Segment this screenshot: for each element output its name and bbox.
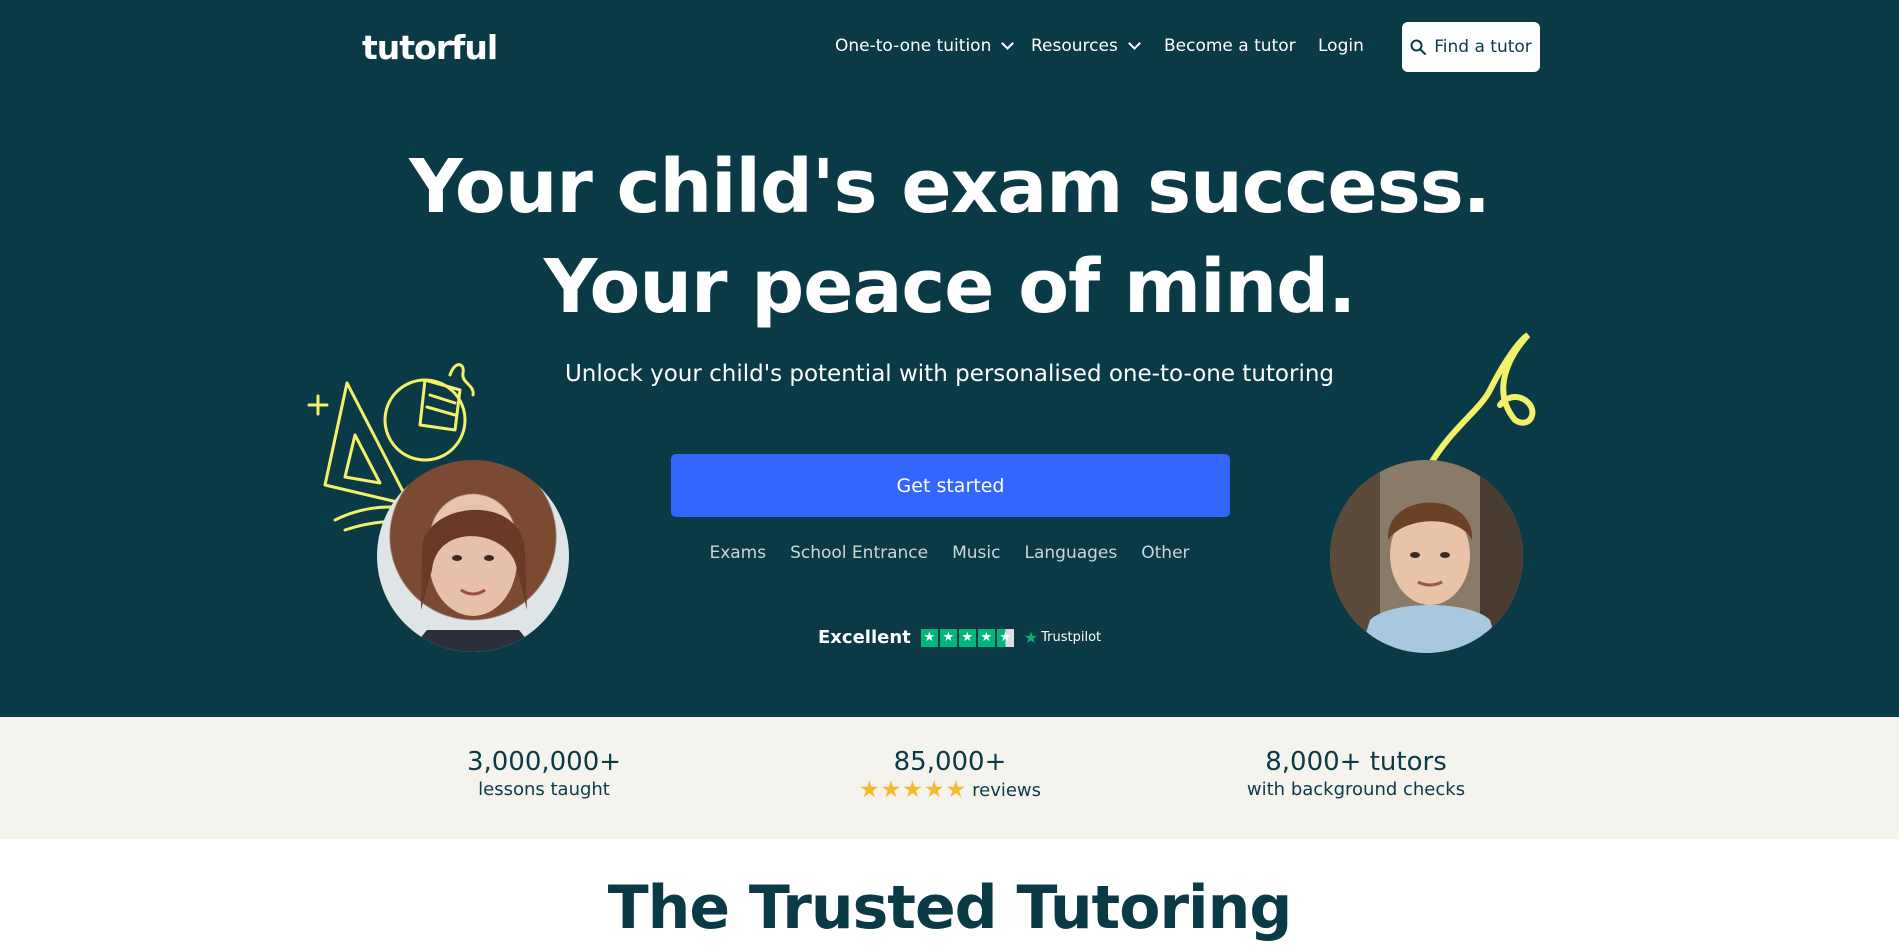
chevron-down-icon — [1127, 37, 1141, 50]
nav-one-to-one-tuition[interactable]: One-to-one tuition — [835, 36, 1015, 56]
half-star-icon: ★ — [996, 628, 1014, 647]
category-link-school-entrance[interactable]: School Entrance — [790, 543, 928, 563]
headline-line-1: Your child's exam success. — [409, 144, 1491, 230]
stats-bar: 3,000,000+ lessons taught 85,000+ ★ ★ ★ … — [0, 717, 1899, 839]
review-stars: ★ ★ ★ ★ ★ — [859, 779, 966, 802]
trustpilot-stars: ★ ★ ★ ★ ★ — [920, 628, 1014, 647]
nav-resources[interactable]: Resources — [1031, 36, 1141, 56]
search-icon — [1410, 39, 1427, 55]
subheadline: Unlock your child's potential with perso… — [564, 361, 1335, 387]
chevron-down-icon — [1001, 37, 1015, 50]
stat-tutors: 8,000+ tutors with background checks — [1196, 747, 1516, 800]
star-icon: ★ — [923, 777, 945, 803]
stat-label: with background checks — [1246, 779, 1466, 800]
category-link-exams[interactable]: Exams — [709, 543, 766, 563]
hero-section: tutorful One-to-one tuition Resources Be… — [0, 0, 1899, 717]
stat-lessons: 3,000,000+ lessons taught — [384, 747, 704, 800]
star-icon: ★ — [945, 777, 967, 803]
stat-label: lessons taught — [478, 779, 610, 800]
nav-login[interactable]: Login — [1318, 36, 1364, 56]
nav-become-a-tutor[interactable]: Become a tutor — [1164, 36, 1296, 56]
star-icon: ★ — [939, 628, 957, 647]
headline-line-2: Your peace of mind. — [543, 244, 1357, 330]
nav-item-label: Login — [1318, 36, 1364, 56]
curly-line-doodle-illustration — [1427, 332, 1536, 468]
nav-item-label: One-to-one tuition — [835, 36, 992, 56]
stat-value: 3,000,000+ — [466, 747, 622, 777]
find-a-tutor-button[interactable]: Find a tutor — [1402, 22, 1540, 72]
category-links: Exams School Entrance Music Languages Ot… — [0, 543, 1899, 563]
nav-item-label: Become a tutor — [1164, 36, 1296, 56]
trustpilot-widget[interactable]: Excellent ★ ★ ★ ★ ★ ★ Trustpilot — [818, 627, 1101, 648]
stat-value: 8,000+ tutors — [1265, 747, 1447, 777]
find-a-tutor-label: Find a tutor — [1434, 37, 1532, 57]
star-icon: ★ — [977, 628, 995, 647]
category-link-music[interactable]: Music — [952, 543, 1000, 563]
trustpilot-brand-text: Trustpilot — [1041, 630, 1102, 645]
trustpilot-star-icon: ★ — [1023, 628, 1039, 647]
category-link-languages[interactable]: Languages — [1024, 543, 1117, 563]
main-nav: One-to-one tuition Resources Become a tu… — [0, 22, 1899, 72]
star-icon: ★ — [902, 777, 923, 803]
trustpilot-rating-label: Excellent — [818, 627, 911, 648]
trustpilot-logo: ★ Trustpilot — [1024, 628, 1101, 647]
star-icon: ★ — [858, 777, 880, 803]
stat-reviews: 85,000+ ★ ★ ★ ★ ★ reviews — [790, 747, 1110, 802]
star-icon: ★ — [920, 628, 938, 647]
star-icon: ★ — [880, 777, 902, 803]
nav-item-label: Resources — [1031, 36, 1118, 56]
stat-value: 85,000+ — [893, 747, 1007, 777]
section-title: The Trusted Tutoring — [607, 873, 1293, 943]
stat-label: ★ ★ ★ ★ ★ reviews — [858, 777, 1042, 803]
get-started-button[interactable]: Get started — [671, 454, 1230, 517]
category-link-other[interactable]: Other — [1141, 543, 1189, 563]
star-icon: ★ — [958, 628, 976, 647]
